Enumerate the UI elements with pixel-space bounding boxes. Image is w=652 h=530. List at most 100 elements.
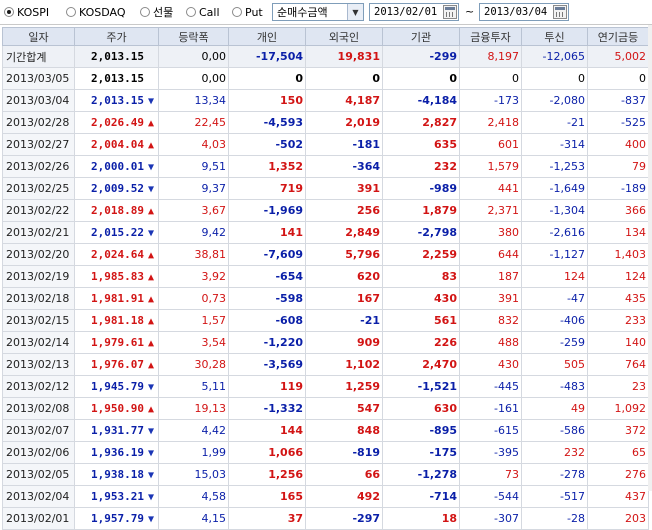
cell-pension: -525 [587,111,649,134]
cell-retail: -502 [228,133,306,156]
radio-kosdaq[interactable]: KOSDAQ [66,5,126,19]
cell-foreign: 19,831 [305,45,383,68]
table-row[interactable]: 2013/02/07 1,931.77 ▼ 4,42 144 848 -895 -615 -58… [2,419,649,442]
cell-inst: -175 [382,441,460,464]
cell-inst: -989 [382,177,460,200]
cell-change: 30,28 [158,353,229,376]
cell-foreign: 547 [305,397,383,420]
table-row[interactable]: 2013/02/22 2,018.89 ▲ 3,67 -1,969 256 1,879 2,3… [2,199,649,222]
price-value: 1,976.07 [91,358,144,371]
cell-inst: 430 [382,287,460,310]
table-row[interactable]: 2013/02/18 1,981.91 ▲ 0,73 -598 167 430 391 -47 4… [2,287,649,310]
col-header-pension[interactable]: 연기금등 [587,27,649,46]
table-row[interactable]: 2013/02/19 1,985.83 ▲ 3,92 -654 620 83 187 124 12… [2,265,649,288]
table-row[interactable]: 2013/02/12 1,945.79 ▼ 5,11 119 1,259 -1,521 -44… [2,375,649,398]
cell-inst: 0 [382,67,460,90]
table-row[interactable]: 2013/02/01 1,957.79 ▼ 4,15 37 -297 18 -307 -28 20… [2,507,649,530]
col-header-institution[interactable]: 기관 [382,27,460,46]
table-row[interactable]: 2013/03/04 2,013.15 ▼ 13,34 150 4,187 -4,184 -1… [2,89,649,112]
cell-foreign: 167 [305,287,383,310]
cell-price: 1,981.18 ▲ [74,309,159,332]
cell-trust: -28 [521,507,588,530]
table-row[interactable]: 2013/02/06 1,936.19 ▼ 1,99 1,066 -819 -175 -395… [2,441,649,464]
cell-foreign: -297 [305,507,383,530]
cell-inst: 226 [382,331,460,354]
col-header-price[interactable]: 주가 [74,27,159,46]
cell-inst: -1,278 [382,463,460,486]
price-value: 1,979.61 [91,336,144,349]
col-header-trust[interactable]: 투신 [521,27,588,46]
scrollbar[interactable] [648,25,652,491]
cell-foreign: 1,102 [305,353,383,376]
investor-trading-table: 일자 주가 등락폭 개인 외국인 기관 금융투자 투신 연기금등 기간합계 2,0… [2,27,649,530]
price-value: 2,013.15 [91,72,144,85]
cell-inst: 2,827 [382,111,460,134]
amount-type-select[interactable]: 순매수금액 ▼ [272,3,364,21]
radio-dot[interactable] [4,7,14,17]
cell-fin: 1,579 [459,155,522,178]
table-row[interactable]: 2013/02/05 1,938.18 ▼ 15,03 1,256 66 -1,278 73-… [2,463,649,486]
radio-dot[interactable] [66,7,76,17]
table-row[interactable]: 2013/02/08 1,950.90 ▲ 19,13 -1,332 547 630 -161… [2,397,649,420]
col-header-change[interactable]: 등락폭 [158,27,229,46]
radio-dot[interactable] [186,7,196,17]
radio-dot[interactable] [232,7,242,17]
col-header-retail[interactable]: 개인 [228,27,306,46]
col-header-foreign[interactable]: 외국인 [305,27,383,46]
cell-fin: 380 [459,221,522,244]
price-value: 1,985.83 [91,270,144,283]
cell-inst: 232 [382,155,460,178]
cell-price: 1,979.61 ▲ [74,331,159,354]
cell-date: 2013/02/15 [2,309,75,332]
cell-trust: -314 [521,133,588,156]
table-row[interactable]: 2013/03/05 2,013.15 0,00 0 0 0 0 0 0 [2,67,649,90]
col-header-financial[interactable]: 금융투자 [459,27,522,46]
cell-fin: -173 [459,89,522,112]
radio-put[interactable]: Put [232,5,263,19]
table-row[interactable]: 2013/02/25 2,009.52 ▼ 9,37 719 391 -989 441 -1,6… [2,177,649,200]
cell-date: 2013/02/06 [2,441,75,464]
down-arrow-icon: ▼ [147,426,155,437]
cell-trust: 0 [521,67,588,90]
col-header-date[interactable]: 일자 [2,27,75,46]
date-from-field[interactable]: 2013/02/01 [369,3,459,21]
cell-inst: 2,470 [382,353,460,376]
table-row[interactable]: 2013/02/20 2,024.64 ▲ 38,81 -7,609 5,796 2,259… [2,243,649,266]
radio-dot[interactable] [140,7,150,17]
date-to-field[interactable]: 2013/03/04 [479,3,569,21]
cell-date: 2013/02/25 [2,177,75,200]
calendar-icon[interactable] [553,5,567,19]
down-arrow-icon: ▼ [147,96,155,107]
table-row[interactable]: 2013/02/21 2,015.22 ▼ 9,42 141 2,849 -2,798 380… [2,221,649,244]
table-row[interactable]: 2013/02/13 1,976.07 ▲ 30,28 -3,569 1,102 2,470… [2,353,649,376]
cell-pension: 1,092 [587,397,649,420]
price-value: 2,000.01 [91,160,144,173]
table-row[interactable]: 2013/02/04 1,953.21 ▼ 4,58 165 492 -714 -544 -51… [2,485,649,508]
cell-trust: -1,253 [521,155,588,178]
calendar-icon[interactable] [443,5,457,19]
price-value: 1,950.90 [91,402,144,415]
price-value: 1,938.18 [91,468,144,481]
radio-futures[interactable]: 선물 [140,5,173,19]
table-row[interactable]: 2013/02/15 1,981.18 ▲ 1,57 -608 -21 561 832 -406… [2,309,649,332]
cell-retail: -3,569 [228,353,306,376]
table-row[interactable]: 2013/02/26 2,000.01 ▼ 9,51 1,352 -364 232 1,579… [2,155,649,178]
cell-fin: 430 [459,353,522,376]
chevron-down-icon[interactable]: ▼ [347,4,363,20]
cell-pension: 437 [587,485,649,508]
table-row[interactable]: 2013/02/14 1,979.61 ▲ 3,54 -1,220 909 226 488 -2… [2,331,649,354]
cell-change: 3,67 [158,199,229,222]
up-arrow-icon: ▲ [147,140,155,151]
cell-foreign: 66 [305,463,383,486]
table-row[interactable]: 2013/02/28 2,026.49 ▲ 22,45 -4,593 2,019 2,827… [2,111,649,134]
cell-trust: 124 [521,265,588,288]
radio-kospi[interactable]: KOSPI [4,5,49,19]
cell-foreign: 2,019 [305,111,383,134]
cell-fin: 488 [459,331,522,354]
cell-pension: 65 [587,441,649,464]
cell-fin: 2,371 [459,199,522,222]
table-row[interactable]: 2013/02/27 2,004.04 ▲ 4,03 -502 -181 635 601 -31… [2,133,649,156]
radio-call[interactable]: Call [186,5,220,19]
cell-foreign: 2,849 [305,221,383,244]
summary-row[interactable]: 기간합계 2,013.15 0,00 -17,504 19,831 -299 8,197 -1… [2,45,649,68]
